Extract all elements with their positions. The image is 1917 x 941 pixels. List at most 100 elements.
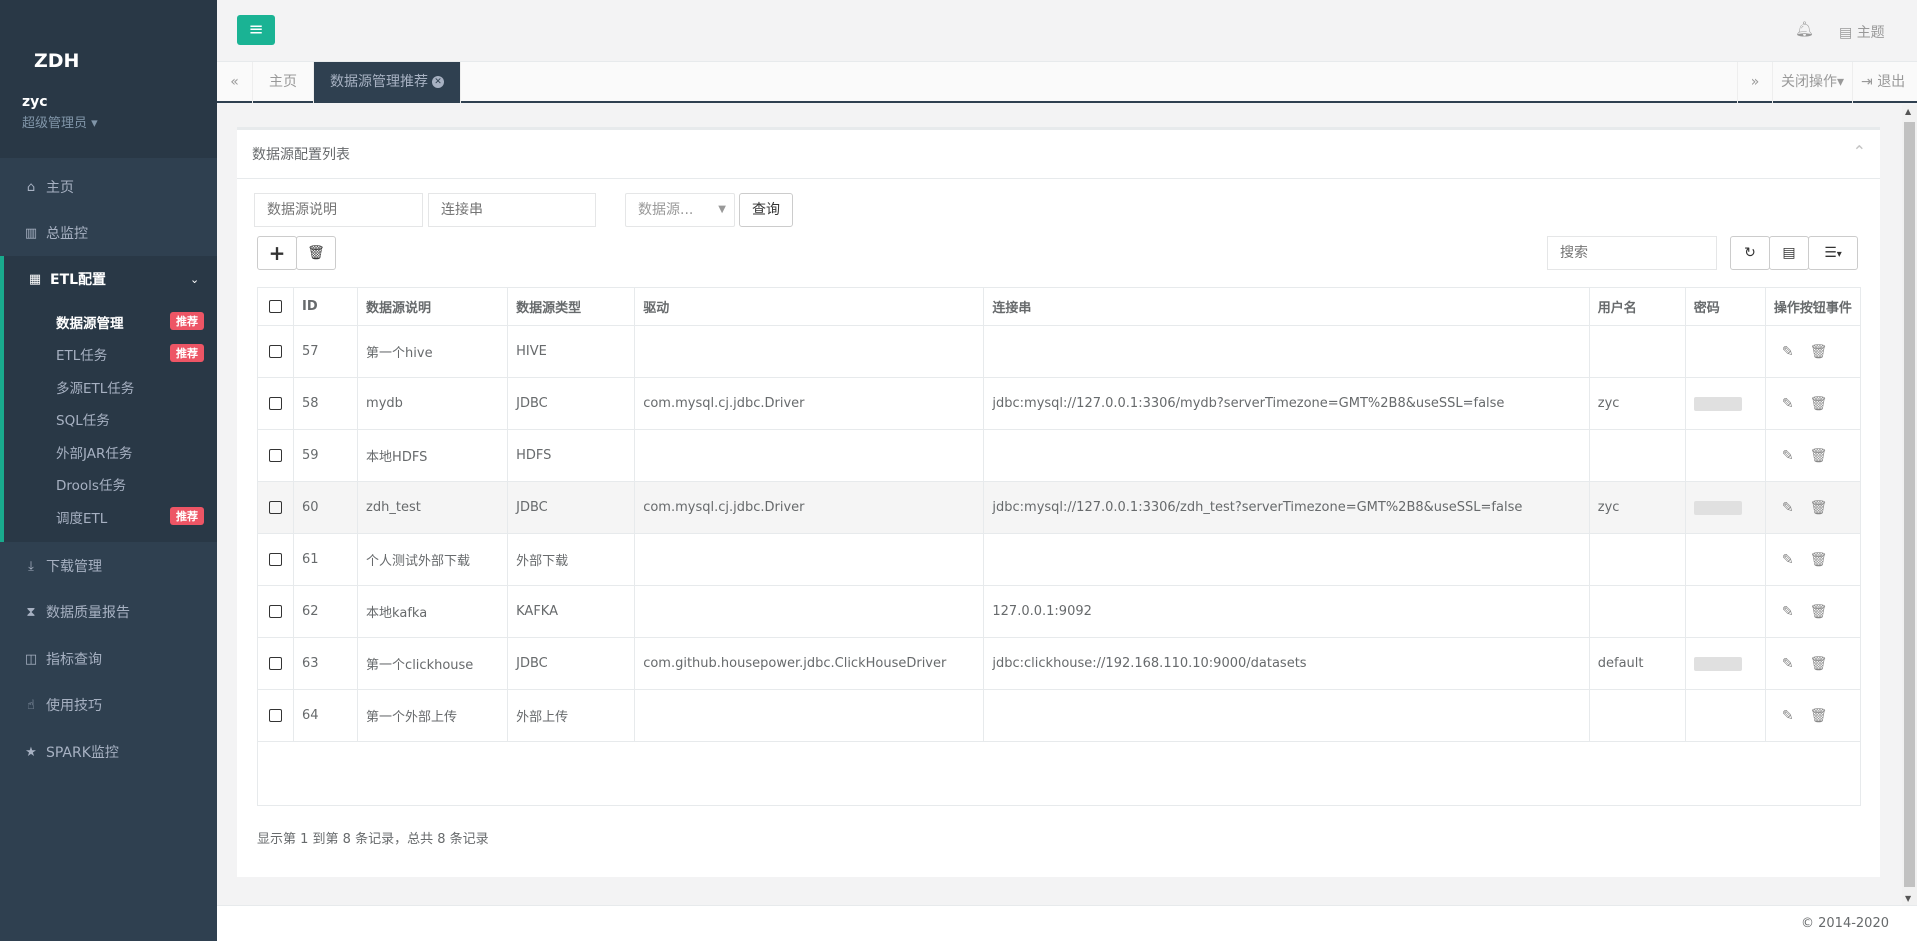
checkbox[interactable] bbox=[256, 481, 295, 534]
sidebar-sub-datasource[interactable]: 数据源管理 bbox=[56, 312, 124, 332]
col-header-driver[interactable]: 驱动 bbox=[634, 287, 985, 326]
table-row[interactable]: 62 本地kafka KAFKA 127.0.0.1:9092 ✎ 🗑︎ bbox=[256, 585, 1862, 638]
sidebar-item-download[interactable]: ⤓ 下载管理 bbox=[0, 543, 217, 589]
sidebar-item-metrics[interactable]: ◫ 指标查询 bbox=[0, 636, 217, 682]
password-cell bbox=[1684, 637, 1766, 690]
table-row[interactable]: 58 mydb JDBC com.mysql.cj.jdbc.Driver jdbc:m… bbox=[256, 377, 1862, 430]
id-cell: 61 bbox=[293, 533, 359, 586]
edit-icon[interactable]: ✎ bbox=[1782, 448, 1794, 464]
edit-icon[interactable]: ✎ bbox=[1782, 500, 1794, 516]
toggle-view-button[interactable]: ▤ bbox=[1769, 236, 1809, 270]
trash-icon[interactable]: 🗑︎ bbox=[1810, 500, 1828, 516]
select-all-checkbox[interactable] bbox=[269, 300, 282, 313]
trash-icon[interactable]: 🗑︎ bbox=[1810, 448, 1828, 464]
user-cell: default bbox=[1588, 637, 1686, 690]
table-row[interactable]: 63 第一个clickhouse JDBC com.github.housepower… bbox=[256, 637, 1862, 690]
table-row[interactable]: 64 第一个外部上传 外部上传 ✎ 🗑︎ bbox=[256, 689, 1862, 742]
table-row[interactable]: 59 本地HDFS HDFS ✎ 🗑︎ bbox=[256, 429, 1862, 482]
scroll-up-arrow-icon[interactable]: ▲ bbox=[1905, 107, 1911, 116]
theme-button[interactable]: ▤ 主题 bbox=[1839, 22, 1885, 42]
sidebar-sub-sql-task[interactable]: SQL任务 bbox=[56, 409, 110, 429]
tab-scroll-right-button[interactable]: » bbox=[1737, 62, 1773, 103]
add-button[interactable]: + bbox=[257, 236, 297, 270]
vertical-scrollbar[interactable]: ▲ ▼ bbox=[1902, 105, 1917, 905]
checkbox[interactable] bbox=[256, 689, 295, 742]
sidebar-item-etl[interactable]: ▦ ETL配置 ⌄ bbox=[0, 256, 217, 302]
table-row[interactable]: 61 个人测试外部下载 外部下载 ✎ 🗑︎ bbox=[256, 533, 1862, 586]
edit-icon[interactable]: ✎ bbox=[1782, 604, 1794, 620]
type-cell: KAFKA bbox=[507, 585, 636, 638]
sidebar-sub-etl-task[interactable]: ETL任务 bbox=[56, 344, 107, 364]
row-checkbox[interactable] bbox=[269, 657, 282, 670]
tab-datasource[interactable]: 数据源管理推荐 ✕ bbox=[314, 62, 461, 103]
refresh-button[interactable]: ↻ bbox=[1730, 236, 1770, 270]
delete-button[interactable]: 🗑︎ bbox=[296, 236, 336, 270]
edit-icon[interactable]: ✎ bbox=[1782, 396, 1794, 412]
scrollbar-thumb[interactable] bbox=[1904, 122, 1915, 887]
bell-icon[interactable]: 🔔︎ bbox=[1795, 20, 1814, 38]
row-checkbox[interactable] bbox=[269, 345, 282, 358]
checkbox[interactable] bbox=[256, 377, 295, 430]
close-tab-icon[interactable]: ✕ bbox=[432, 76, 444, 88]
url-cell: jdbc:mysql://127.0.0.1:3306/zdh_test?ser… bbox=[983, 481, 1590, 534]
table-row[interactable]: 57 第一个hive HIVE ✎ 🗑︎ bbox=[256, 325, 1862, 378]
checkbox[interactable] bbox=[256, 637, 295, 690]
row-checkbox[interactable] bbox=[269, 397, 282, 410]
sign-out-icon: ⇥ bbox=[1861, 74, 1873, 90]
trash-icon[interactable]: 🗑︎ bbox=[1810, 344, 1828, 360]
checkbox[interactable] bbox=[256, 429, 295, 482]
trash-icon[interactable]: 🗑︎ bbox=[1810, 396, 1828, 412]
trash-icon[interactable]: 🗑︎ bbox=[1810, 552, 1828, 568]
col-header-id[interactable]: ID bbox=[293, 287, 359, 326]
col-header-type[interactable]: 数据源类型 bbox=[507, 287, 636, 326]
sidebar-sub-drools-task[interactable]: Drools任务 bbox=[56, 474, 126, 494]
row-checkbox[interactable] bbox=[269, 553, 282, 566]
col-header-desc[interactable]: 数据源说明 bbox=[357, 287, 509, 326]
caret-down-icon: ▾ bbox=[91, 116, 98, 131]
query-button[interactable]: 查询 bbox=[739, 193, 793, 227]
trash-icon[interactable]: 🗑︎ bbox=[1810, 708, 1828, 724]
table-row[interactable]: 60 zdh_test JDBC com.mysql.cj.jdbc.Driver jd… bbox=[256, 481, 1862, 534]
user-role-dropdown[interactable]: 超级管理员 ▾ bbox=[22, 112, 98, 131]
table-search-input[interactable] bbox=[1547, 236, 1717, 270]
edit-icon[interactable]: ✎ bbox=[1782, 552, 1794, 568]
col-header-user[interactable]: 用户名 bbox=[1588, 287, 1686, 326]
checkbox[interactable] bbox=[256, 325, 295, 378]
edit-icon[interactable]: ✎ bbox=[1782, 656, 1794, 672]
menu-toggle-button[interactable]: ≡ bbox=[237, 15, 275, 45]
columns-dropdown-button[interactable]: ☰▾ bbox=[1808, 236, 1858, 270]
url-cell: jdbc:clickhouse://192.168.110.10:9000/da… bbox=[983, 637, 1590, 690]
col-header-url[interactable]: 连接串 bbox=[983, 287, 1590, 326]
sidebar-item-spark[interactable]: ★ SPARK监控 bbox=[0, 729, 217, 775]
trash-icon[interactable]: 🗑︎ bbox=[1810, 604, 1828, 620]
connection-url-input[interactable] bbox=[428, 193, 596, 227]
datasource-desc-input[interactable] bbox=[254, 193, 423, 227]
row-checkbox[interactable] bbox=[269, 501, 282, 514]
sidebar-item-monitor[interactable]: ▥ 总监控 bbox=[0, 210, 217, 256]
chevron-up-icon[interactable]: ⌃ bbox=[1853, 142, 1866, 161]
col-header-password[interactable]: 密码 bbox=[1684, 287, 1766, 326]
sidebar-sub-multi-etl[interactable]: 多源ETL任务 bbox=[56, 377, 134, 397]
row-checkbox[interactable] bbox=[269, 449, 282, 462]
sidebar-sub-schedule-etl[interactable]: 调度ETL bbox=[56, 507, 107, 527]
edit-icon[interactable]: ✎ bbox=[1782, 344, 1794, 360]
tab-home[interactable]: 主页 bbox=[253, 62, 314, 103]
trash-icon[interactable]: 🗑︎ bbox=[1810, 656, 1828, 672]
row-checkbox[interactable] bbox=[269, 605, 282, 618]
sidebar-sub-jar-task[interactable]: 外部JAR任务 bbox=[56, 442, 132, 462]
sidebar-item-home[interactable]: ⌂ 主页 bbox=[0, 164, 217, 210]
checkbox[interactable] bbox=[256, 585, 295, 638]
sidebar-item-tips[interactable]: ☝ 使用技巧 bbox=[0, 682, 217, 728]
logout-button[interactable]: ⇥ 退出 bbox=[1855, 62, 1911, 103]
edit-icon[interactable]: ✎ bbox=[1782, 708, 1794, 724]
user-name[interactable]: zyc bbox=[22, 94, 48, 110]
sidebar-item-quality[interactable]: ⧗ 数据质量报告 bbox=[0, 589, 217, 635]
url-cell bbox=[983, 429, 1590, 482]
select-all-cell[interactable] bbox=[256, 287, 295, 326]
row-checkbox[interactable] bbox=[269, 709, 282, 722]
scroll-down-arrow-icon[interactable]: ▼ bbox=[1905, 894, 1911, 903]
checkbox[interactable] bbox=[256, 533, 295, 586]
close-operations-dropdown[interactable]: 关闭操作▾ bbox=[1773, 62, 1854, 103]
datasource-type-select[interactable]: 数据源... ▼ bbox=[625, 193, 735, 227]
tab-scroll-left-button[interactable]: « bbox=[217, 62, 253, 103]
